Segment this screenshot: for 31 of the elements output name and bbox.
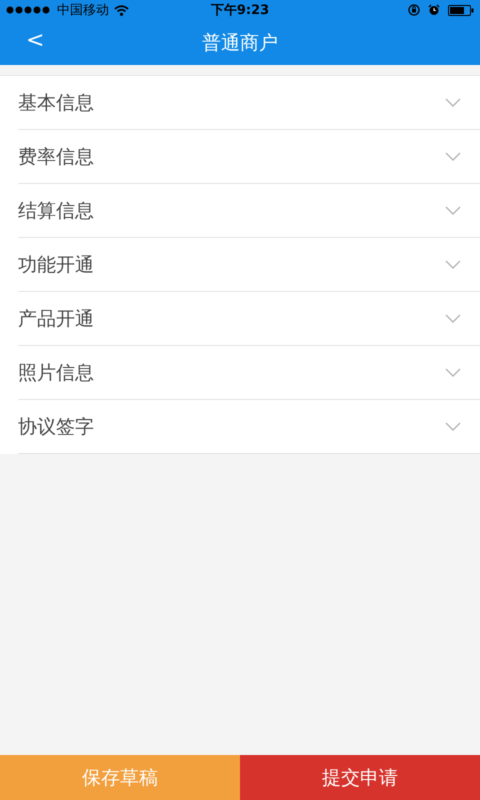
section-row[interactable]: 照片信息 <box>18 346 480 400</box>
wifi-icon <box>114 4 129 16</box>
signal-icon <box>6 6 52 14</box>
chevron-icon <box>445 422 461 431</box>
carrier-name: 中国移动 <box>57 2 109 19</box>
section-label: 照片信息 <box>18 360 94 386</box>
section-row[interactable]: 结算信息 <box>18 184 480 238</box>
back-button[interactable]: < <box>20 28 50 53</box>
section-row[interactable]: 协议签字 <box>18 400 480 454</box>
battery-icon <box>448 4 474 16</box>
alarm-icon <box>428 4 440 16</box>
section-row[interactable]: 功能开通 <box>18 238 480 292</box>
chevron-icon <box>445 98 461 107</box>
status-time: 下午9:23 <box>210 2 270 19</box>
chevron-icon <box>445 260 461 269</box>
section-row[interactable]: 产品开通 <box>18 292 480 346</box>
section-row[interactable]: 费率信息 <box>18 130 480 184</box>
chevron-icon <box>445 368 461 377</box>
rotation-lock-icon <box>408 4 420 16</box>
section-label: 费率信息 <box>18 144 94 170</box>
section-label: 协议签字 <box>18 414 94 440</box>
section-label: 产品开通 <box>18 306 94 332</box>
section-label: 功能开通 <box>18 252 94 278</box>
submit-button[interactable]: 提交申请 <box>240 755 480 800</box>
chevron-icon <box>445 314 461 323</box>
chevron-icon <box>445 152 461 161</box>
section-label: 基本信息 <box>18 90 94 116</box>
chevron-icon <box>445 206 461 215</box>
section-label: 结算信息 <box>18 198 94 224</box>
page-title: 普通商户 <box>202 30 278 56</box>
section-row[interactable]: 基本信息 <box>18 76 480 130</box>
